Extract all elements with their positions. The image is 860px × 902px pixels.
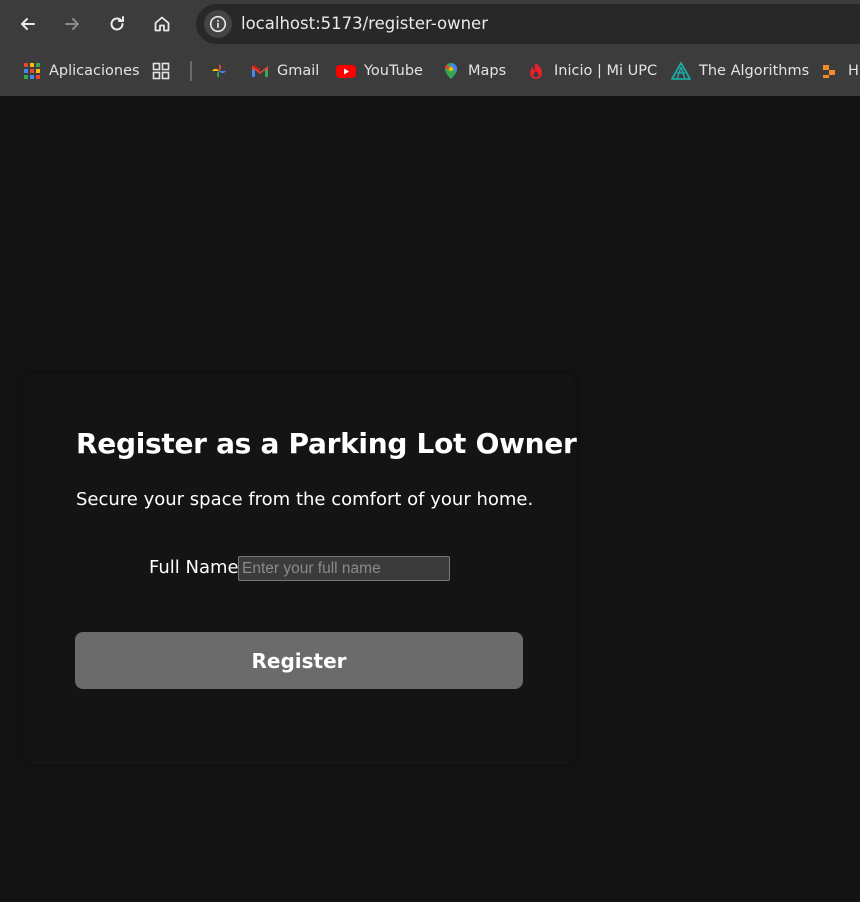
bookmark-label: H: [848, 63, 859, 79]
bookmarks-bar: Aplicaciones Gmail YouTube Maps Inicio |: [0, 48, 860, 96]
bookmark-orange-icon: [822, 62, 840, 80]
address-bar[interactable]: localhost:5173/register-owner: [196, 4, 860, 44]
bookmark-partial[interactable]: H: [822, 59, 859, 83]
browser-toolbar: localhost:5173/register-owner: [0, 0, 860, 48]
apps-grid-icon: [23, 62, 41, 80]
photos-pinwheel-icon: [210, 62, 228, 80]
bookmark-mi-upc[interactable]: Inicio | Mi UPC: [526, 59, 657, 83]
page-title: Register as a Parking Lot Owner: [76, 427, 577, 460]
bookmark-label: Maps: [468, 63, 507, 79]
page-subtitle: Secure your space from the comfort of yo…: [76, 489, 534, 510]
home-icon: [154, 16, 170, 32]
bookmark-label: YouTube: [364, 63, 423, 79]
bookmark-gmail[interactable]: Gmail: [251, 59, 319, 83]
reload-icon: [110, 16, 124, 31]
reload-button[interactable]: [102, 9, 132, 39]
info-icon: [209, 15, 227, 33]
bookmark-label: Gmail: [277, 63, 320, 79]
youtube-icon: [336, 62, 356, 80]
bookmark-photos[interactable]: [210, 59, 236, 83]
bookmark-label: The Algorithms: [699, 63, 810, 79]
register-button[interactable]: Register: [75, 632, 523, 689]
bookmark-youtube[interactable]: YouTube: [336, 59, 423, 83]
full-name-label: Full Name: [149, 557, 239, 578]
site-info-button[interactable]: [204, 10, 232, 38]
upc-icon: [526, 62, 546, 80]
maps-pin-icon: [442, 62, 460, 80]
gmail-icon: [251, 62, 269, 80]
url-text[interactable]: localhost:5173/register-owner: [241, 4, 488, 44]
bookmark-the-algorithms[interactable]: The Algorithms: [671, 59, 809, 83]
algorithms-icon: [671, 62, 691, 80]
forward-button[interactable]: [57, 9, 87, 39]
back-button[interactable]: [13, 9, 43, 39]
forward-arrow-icon: [65, 18, 79, 30]
tab-groups-icon: [152, 62, 170, 80]
bookmarks-separator: [190, 61, 192, 81]
bookmark-tab-groups[interactable]: [152, 59, 178, 83]
full-name-input[interactable]: [238, 556, 450, 581]
bookmark-maps[interactable]: Maps: [442, 59, 506, 83]
home-button[interactable]: [147, 9, 177, 39]
bookmark-label: Inicio | Mi UPC: [554, 63, 658, 79]
bookmark-label: Aplicaciones: [49, 63, 140, 79]
bookmark-aplicaciones[interactable]: Aplicaciones: [23, 59, 140, 83]
back-arrow-icon: [21, 18, 35, 30]
